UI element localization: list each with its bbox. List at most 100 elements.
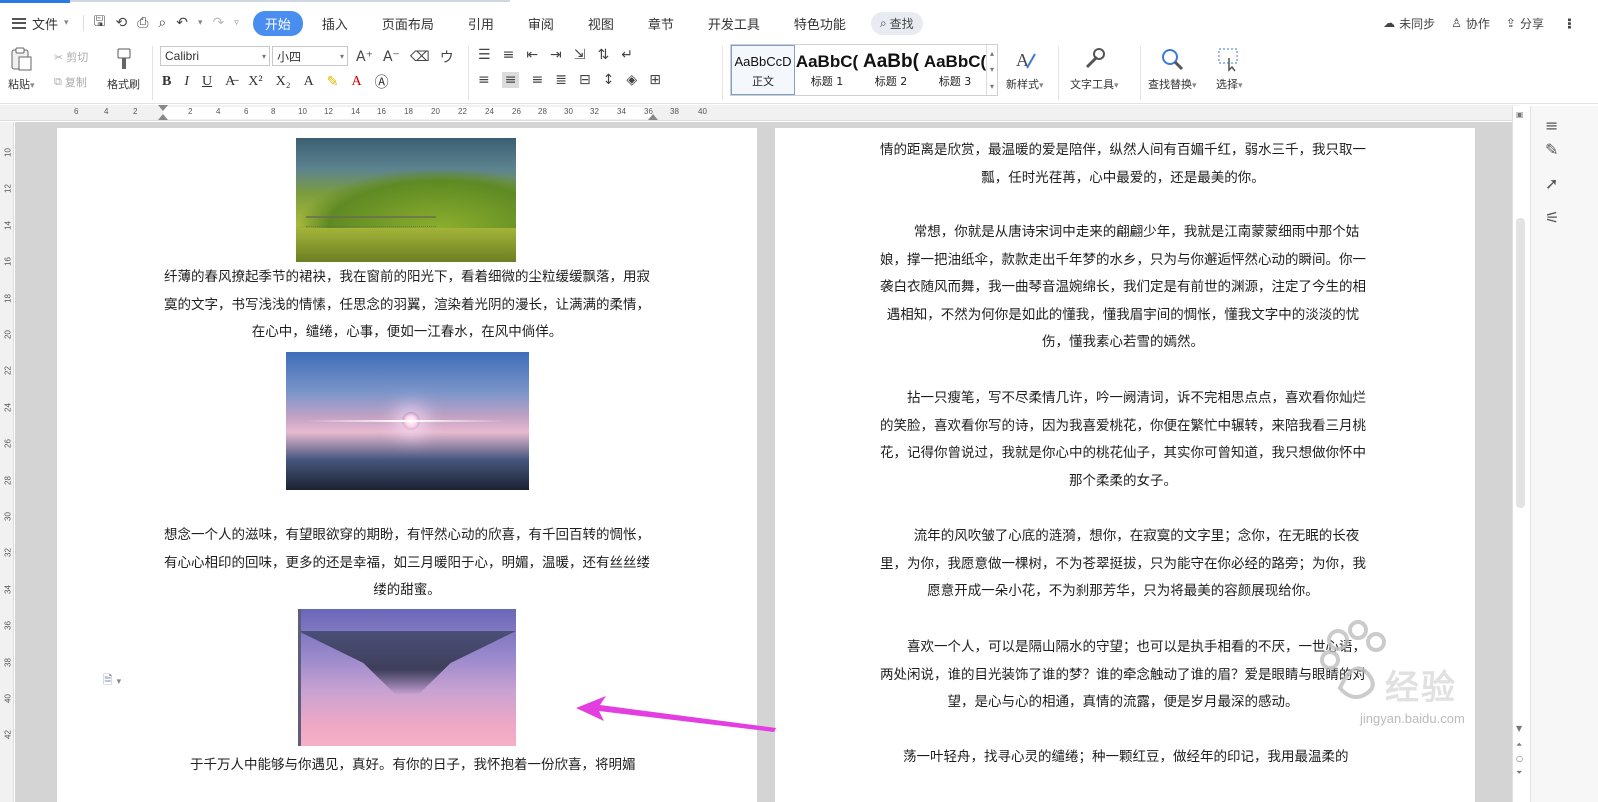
chinese-layout-icon[interactable]: ⇲ xyxy=(574,47,586,63)
adjust-sliders-icon[interactable]: ⚟ xyxy=(1545,208,1559,227)
paragraph: 喜欢一个人，可以是隔山隔水的守望；也可以是执手相看的不厌，一世心语，两处闲说，谁… xyxy=(880,639,1366,710)
annotation-arrow xyxy=(576,696,776,732)
customize-toolbar-icon[interactable]: ▿ xyxy=(234,18,239,28)
select-arrow-icon[interactable]: ➚ xyxy=(1545,174,1558,193)
paste-button[interactable]: 粘贴▾ xyxy=(8,46,35,92)
format-painter-button[interactable]: 格式刷 xyxy=(107,46,140,92)
ruler-tick-label: 16 xyxy=(3,257,13,267)
horizontal-ruler[interactable]: 6 4 2 2 4 6 8 10 12 14 16 18 20 22 24 26 28 30 32 34 36 38 40 xyxy=(0,105,1520,121)
more-options-icon[interactable]: ··· xyxy=(1560,17,1578,28)
subscript-icon[interactable]: X₂ xyxy=(276,74,291,90)
borders-icon[interactable]: ⊞ xyxy=(649,72,661,88)
font-size-select[interactable]: 小四 ▾ xyxy=(272,46,348,66)
style-heading-2[interactable]: AaBb(标题 2 xyxy=(859,45,923,95)
style-heading-1[interactable]: AaBbC(标题 1 xyxy=(795,45,859,95)
prev-page-icon[interactable]: ⏶ xyxy=(1516,740,1522,750)
tab-review[interactable]: 审阅 xyxy=(513,11,569,36)
tab-home[interactable]: 开始 xyxy=(252,10,303,36)
cut-button[interactable]: ✂ 剪切 xyxy=(54,49,88,65)
find-replace-button[interactable]: 查找替换▾ xyxy=(1148,46,1197,92)
image-anime-sky[interactable] xyxy=(286,352,529,490)
align-center-icon[interactable]: ≡ xyxy=(501,72,520,88)
cloud-save-icon[interactable]: ⟲ xyxy=(115,15,127,31)
select-button[interactable]: 选择▾ xyxy=(1216,46,1243,92)
justify-icon[interactable]: ≣ xyxy=(555,72,567,88)
image-floating-island[interactable] xyxy=(298,609,516,746)
divider xyxy=(152,46,153,100)
decrease-indent-icon[interactable]: ⇤ xyxy=(526,47,538,63)
panel-toggle-icon[interactable]: ▣ xyxy=(1516,110,1524,119)
undo-dropdown-icon[interactable]: ▾ xyxy=(198,18,203,28)
share-button[interactable]: ⇪ 分享 xyxy=(1506,15,1544,32)
style-normal[interactable]: AaBbCcD 正文 xyxy=(731,45,795,95)
tab-insert[interactable]: 插入 xyxy=(307,11,363,36)
font-color-icon[interactable]: A xyxy=(351,74,361,90)
superscript-icon[interactable]: X² xyxy=(248,74,262,90)
line-spacing-icon[interactable]: ↕ xyxy=(603,72,615,88)
tab-section[interactable]: 章节 xyxy=(633,11,689,36)
collaborate-button[interactable]: ♙ 协作 xyxy=(1451,15,1490,32)
edit-pen-icon[interactable]: ✎ xyxy=(1545,140,1558,159)
undo-icon[interactable]: ↶ xyxy=(176,15,188,31)
bullet-list-icon[interactable]: ☰ xyxy=(478,47,491,63)
strikethrough-icon[interactable]: A̶ xyxy=(225,74,235,90)
shading-icon[interactable]: ◈ xyxy=(626,72,637,88)
numbered-list-icon[interactable]: ≡ xyxy=(503,47,515,63)
bold-icon[interactable]: B xyxy=(162,74,171,90)
underline-icon[interactable]: U xyxy=(202,74,212,90)
text-tools-button[interactable]: 文字工具▾ xyxy=(1070,46,1119,92)
phonetic-guide-icon[interactable]: ウ xyxy=(440,47,454,67)
ruler-tick-label: 22 xyxy=(3,366,13,376)
vertical-ruler[interactable]: 10 12 14 16 18 20 22 24 26 28 30 32 34 36 38 40 42 xyxy=(0,122,14,802)
scroll-down-icon[interactable]: ▼ xyxy=(1516,724,1522,733)
sort-icon[interactable]: ⇅ xyxy=(598,47,610,63)
clear-format-icon[interactable]: ⌫ xyxy=(410,49,430,65)
save-icon[interactable]: 🖫 xyxy=(94,11,106,35)
tab-developer[interactable]: 开发工具 xyxy=(693,11,775,36)
vertical-scrollbar[interactable]: ▣ ▼ ⏶ ○ ⏷ xyxy=(1512,106,1528,802)
page-options[interactable]: 🗎 ▾ xyxy=(103,671,121,692)
first-line-indent-marker[interactable] xyxy=(158,105,168,111)
sync-status[interactable]: ☁ 未同步 xyxy=(1383,15,1435,32)
left-indent-marker[interactable] xyxy=(158,114,168,120)
increase-indent-icon[interactable]: ⇥ xyxy=(550,47,562,63)
file-menu[interactable]: 文件 ▾ xyxy=(12,14,69,33)
print-preview-icon[interactable]: ⌕ xyxy=(158,15,166,31)
style-heading-3[interactable]: AaBbC(标题 3 xyxy=(923,45,987,95)
styles-scroll[interactable]: ▴ ▾ ▾ xyxy=(986,45,997,95)
next-page-icon[interactable]: ⏷ xyxy=(1516,768,1522,778)
scrollbar-thumb[interactable] xyxy=(1516,218,1525,508)
tab-references[interactable]: 引用 xyxy=(453,11,509,36)
redo-icon[interactable]: ↷ xyxy=(213,15,225,31)
select-browse-icon[interactable]: ○ xyxy=(1516,754,1523,763)
style-label: 正文 xyxy=(752,75,774,88)
tab-special-features[interactable]: 特色功能 xyxy=(779,11,861,36)
font-name-value: Calibri xyxy=(165,49,200,63)
show-marks-icon[interactable]: ↵ xyxy=(621,47,633,63)
char-border-icon[interactable]: Ⓐ xyxy=(375,72,389,92)
distributed-icon[interactable]: ⊟ xyxy=(579,72,591,88)
ruler-tick-label: 34 xyxy=(3,584,13,594)
image-green-hills[interactable] xyxy=(296,138,516,262)
align-left-icon[interactable]: ≡ xyxy=(478,72,490,88)
italic-icon[interactable]: I xyxy=(184,74,189,90)
collapse-panel-icon[interactable]: ≡ xyxy=(1545,116,1558,135)
align-right-icon[interactable]: ≡ xyxy=(531,72,543,88)
print-icon[interactable]: ⎙ xyxy=(137,15,148,31)
search-label: 查找 xyxy=(889,16,914,31)
tab-page-layout[interactable]: 页面布局 xyxy=(367,11,449,36)
menu-bar: 文件 ▾ 🖫 ⟲ ⎙ ⌕ ↶ ▾ ↷ ▿ 开始 插入 页面布局 引用 审阅 视图… xyxy=(0,6,1598,40)
copy-button[interactable]: ⧉ 复制 xyxy=(54,74,87,90)
active-doc-indicator xyxy=(0,0,70,3)
new-style-button[interactable]: A 新样式▾ xyxy=(1006,46,1044,92)
cloud-sync-icon: ☁ xyxy=(1383,16,1396,30)
highlight-icon[interactable]: ✎ xyxy=(327,74,339,91)
grow-font-icon[interactable]: A⁺ xyxy=(356,49,373,65)
shrink-font-icon[interactable]: A⁻ xyxy=(383,49,400,65)
tab-view[interactable]: 视图 xyxy=(573,11,629,36)
text-effect-icon[interactable]: A xyxy=(304,74,314,90)
divider xyxy=(1140,46,1141,100)
ruler-tick-label: 24 xyxy=(3,402,13,412)
font-name-select[interactable]: Calibri ▾ xyxy=(160,46,270,66)
search-button[interactable]: ⌕ 查找 xyxy=(870,11,923,35)
